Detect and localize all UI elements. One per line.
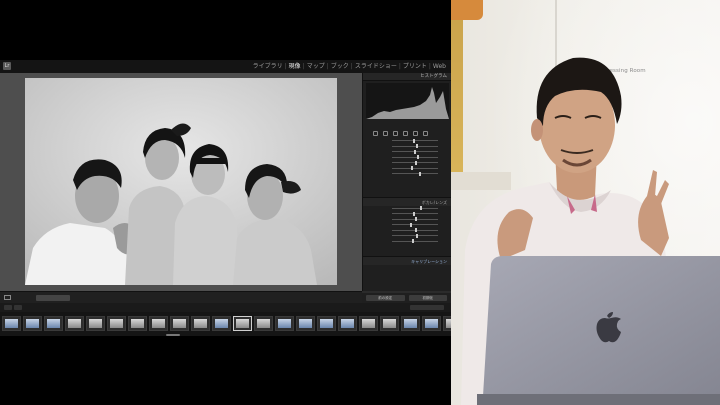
- photo-canvas[interactable]: [0, 73, 362, 291]
- histogram-meta: [363, 121, 451, 128]
- filmstrip-thumbnail[interactable]: [107, 316, 126, 331]
- module-slideshow[interactable]: スライドショー: [354, 63, 398, 70]
- lens-panel-header[interactable]: ボカレ/レンズ: [363, 196, 451, 206]
- graduated-filter-icon[interactable]: [403, 131, 408, 136]
- lightroom-top-bar: Lr ライブラリ | 現像 | マップ | ブック | スライドショー | プリント | W…: [0, 60, 451, 73]
- filmstrip-thumbnail[interactable]: [212, 316, 231, 331]
- filmstrip-thumbnail[interactable]: [254, 316, 273, 331]
- laptop: [477, 256, 720, 405]
- right-panel: ヒストグラム ボカレ/レンズ キャリブレーション: [362, 73, 451, 291]
- reset-button[interactable]: 初期化: [408, 295, 447, 301]
- filmstrip-thumbnail[interactable]: [317, 316, 336, 331]
- photo: [25, 78, 337, 285]
- radial-filter-icon[interactable]: [413, 131, 418, 136]
- module-web[interactable]: Web: [432, 63, 447, 70]
- filmstrip-thumbnail[interactable]: [275, 316, 294, 331]
- panel-footer-buttons: 前の設定 初期化: [362, 293, 451, 303]
- lightroom-window: Lr ライブラリ | 現像 | マップ | ブック | スライドショー | プリント | W…: [0, 60, 451, 336]
- filmstrip-thumbnail[interactable]: [233, 316, 252, 331]
- filmstrip-thumbnail[interactable]: [149, 316, 168, 331]
- filmstrip-header: [0, 303, 451, 312]
- filmstrip-thumbnail[interactable]: [338, 316, 357, 331]
- filmstrip-thumbnail[interactable]: [380, 316, 399, 331]
- filmstrip-thumbnail[interactable]: [401, 316, 420, 331]
- before-after-button[interactable]: [36, 295, 70, 301]
- basic-sliders: [363, 138, 451, 177]
- previous-settings-button[interactable]: 前の設定: [366, 295, 405, 301]
- red-eye-icon[interactable]: [393, 131, 398, 136]
- lightroom-logo: Lr: [3, 62, 11, 70]
- lightroom-screen-capture: Lr ライブラリ | 現像 | マップ | ブック | スライドショー | プリント | W…: [0, 0, 451, 405]
- screen: Lr ライブラリ | 現像 | マップ | ブック | スライドショー | プリント | W…: [0, 0, 720, 405]
- filmstrip-prev-button[interactable]: [4, 305, 12, 310]
- filmstrip-next-button[interactable]: [14, 305, 22, 310]
- develop-toolbar: [0, 291, 362, 303]
- module-print[interactable]: プリント: [402, 63, 428, 70]
- filmstrip-thumbnail[interactable]: [86, 316, 105, 331]
- filmstrip-thumbnail[interactable]: [44, 316, 63, 331]
- filmstrip-thumbnail[interactable]: [296, 316, 315, 331]
- filmstrip-thumbnail[interactable]: [359, 316, 378, 331]
- module-picker: ライブラリ | 現像 | マップ | ブック | スライドショー | プリント | Web: [252, 63, 447, 70]
- module-develop[interactable]: 現像: [288, 63, 302, 70]
- tool-strip: [363, 128, 451, 138]
- filmstrip-thumbnail[interactable]: [23, 316, 42, 331]
- calibration-panel-header[interactable]: キャリブレーション: [363, 256, 451, 265]
- filmstrip-thumbnail[interactable]: [2, 316, 21, 331]
- filmstrip-thumbnail[interactable]: [191, 316, 210, 331]
- filmstrip: [0, 312, 451, 336]
- histogram-graph: [366, 87, 449, 119]
- filmstrip-thumbnail[interactable]: [422, 316, 441, 331]
- lens-sliders: [363, 206, 451, 245]
- view-mode-icon[interactable]: [4, 295, 11, 300]
- spot-removal-icon[interactable]: [383, 131, 388, 136]
- filmstrip-scrollbar[interactable]: [166, 334, 180, 336]
- module-map[interactable]: マップ: [306, 63, 326, 70]
- histogram: [366, 83, 449, 119]
- camera-view: Dressing Room: [451, 0, 720, 405]
- family-portrait-image: [25, 78, 337, 285]
- filter-dropdown[interactable]: [410, 305, 444, 310]
- filmstrip-thumbnail[interactable]: [128, 316, 147, 331]
- filmstrip-thumbnail[interactable]: [65, 316, 84, 331]
- crop-tool-icon[interactable]: [373, 131, 378, 136]
- filmstrip-thumbnail[interactable]: [170, 316, 189, 331]
- histogram-panel-header[interactable]: ヒストグラム: [363, 73, 451, 81]
- module-book[interactable]: ブック: [330, 63, 350, 70]
- adjustment-brush-icon[interactable]: [423, 131, 428, 136]
- filmstrip-thumbnail[interactable]: [443, 316, 451, 331]
- module-library[interactable]: ライブラリ: [252, 63, 284, 70]
